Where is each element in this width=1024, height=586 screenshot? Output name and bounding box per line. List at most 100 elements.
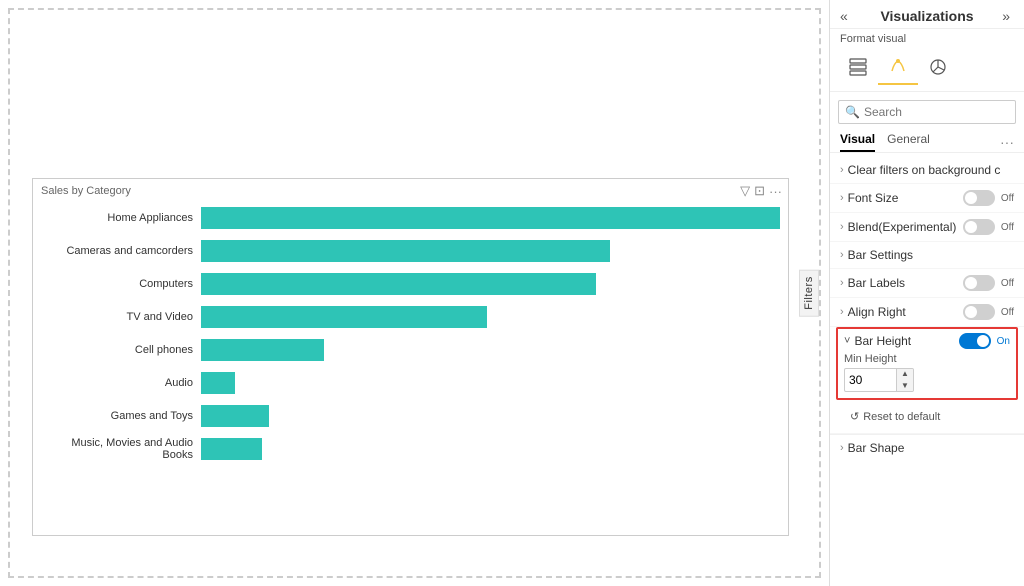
min-height-input[interactable]: [845, 371, 896, 389]
bar-label: Games and Toys: [41, 410, 201, 422]
collapse-button[interactable]: «: [840, 8, 848, 24]
bar-fill[interactable]: [201, 207, 780, 229]
min-height-label: Min Height: [844, 353, 1010, 365]
tab-general[interactable]: General: [887, 132, 930, 152]
font-size-toggle[interactable]: Off: [963, 190, 1014, 206]
bar-row: Home Appliances: [41, 203, 780, 233]
chevron-right-icon: ›: [840, 164, 844, 176]
bar-row: Music, Movies and Audio Books: [41, 434, 780, 464]
blend-toggle-switch[interactable]: [963, 219, 995, 235]
bar-label: Cell phones: [41, 344, 201, 356]
option-bar-settings[interactable]: › Bar Settings: [830, 242, 1024, 269]
bar-label: TV and Video: [41, 311, 201, 323]
bar-label: Audio: [41, 377, 201, 389]
option-bar-shape-label: › Bar Shape: [840, 441, 904, 455]
option-bar-labels-label: › Bar Labels: [840, 276, 905, 290]
chart-container: Sales by Category ▽ ⊡ ··· Home Appliance…: [32, 178, 789, 536]
reset-row[interactable]: ↺ Reset to default: [830, 400, 1024, 434]
reset-icon: ↺: [850, 410, 859, 423]
panel-header: « Visualizations »: [830, 0, 1024, 29]
bar-track: [201, 438, 780, 460]
search-box: 🔍: [838, 100, 1016, 124]
bar-row: Cell phones: [41, 335, 780, 365]
expand-icon[interactable]: ⊡: [754, 183, 765, 199]
option-align-right-label: › Align Right: [840, 305, 906, 319]
reset-link[interactable]: ↺ Reset to default: [840, 406, 950, 427]
bar-fill[interactable]: [201, 339, 324, 361]
bar-track: [201, 306, 780, 328]
bar-fill[interactable]: [201, 372, 235, 394]
bar-fill[interactable]: [201, 405, 269, 427]
chevron-right-icon-3: ›: [840, 221, 844, 233]
table-icon-button[interactable]: [838, 51, 878, 85]
chart-title: Sales by Category: [33, 179, 788, 201]
option-align-right[interactable]: › Align Right Off: [830, 298, 1024, 327]
spinner-up-button[interactable]: ▲: [897, 368, 913, 380]
more-icon[interactable]: ···: [769, 184, 782, 199]
format-visual-label: Format visual: [830, 29, 1024, 49]
chart-toolbar: ▽ ⊡ ···: [740, 183, 782, 199]
tab-more[interactable]: ···: [1000, 134, 1014, 150]
bar-track: [201, 240, 780, 262]
min-height-input-wrap: ▲ ▼: [844, 368, 914, 392]
search-icon: 🔍: [845, 105, 860, 119]
right-panel: « Visualizations » Format visual: [829, 0, 1024, 586]
option-blend-label: › Blend(Experimental): [840, 220, 956, 234]
bar-height-header[interactable]: ˅ Bar Height On: [844, 333, 1010, 349]
format-icon-button[interactable]: [878, 51, 918, 85]
option-bar-labels[interactable]: › Bar Labels Off: [830, 269, 1024, 298]
expand-button[interactable]: »: [1002, 8, 1010, 24]
main-chart-area: Filters Sales by Category ▽ ⊡ ··· Home A…: [8, 8, 821, 578]
chevron-right-icon-5: ›: [840, 277, 844, 289]
filters-label[interactable]: Filters: [799, 269, 819, 316]
tab-visual[interactable]: Visual: [840, 132, 875, 152]
bar-track: [201, 372, 780, 394]
bar-row: TV and Video: [41, 302, 780, 332]
bar-row: Audio: [41, 368, 780, 398]
filters-tab[interactable]: Filters: [799, 269, 819, 316]
analytics-icon-button[interactable]: [918, 51, 958, 85]
option-font-size[interactable]: › Font Size Off: [830, 184, 1024, 213]
chevron-down-icon: ˅: [844, 335, 850, 347]
bar-fill[interactable]: [201, 438, 262, 460]
option-bar-shape[interactable]: › Bar Shape: [830, 434, 1024, 461]
bar-fill[interactable]: [201, 240, 610, 262]
option-clear-filters[interactable]: › Clear filters on background c: [830, 157, 1024, 184]
bar-height-label: ˅ Bar Height: [844, 334, 911, 348]
filter-icon[interactable]: ▽: [740, 183, 750, 199]
bar-fill[interactable]: [201, 306, 487, 328]
options-list: › Clear filters on background c › Font S…: [830, 153, 1024, 586]
format-icons-row: [830, 49, 1024, 92]
chevron-right-icon-4: ›: [840, 249, 844, 261]
bar-row: Computers: [41, 269, 780, 299]
bar-height-toggle[interactable]: On: [959, 333, 1010, 349]
bar-track: [201, 339, 780, 361]
min-height-spinners: ▲ ▼: [896, 368, 913, 392]
blend-toggle[interactable]: Off: [963, 219, 1014, 235]
bar-track: [201, 405, 780, 427]
bar-label: Home Appliances: [41, 212, 201, 224]
panel-title: Visualizations: [880, 8, 973, 24]
bar-label: Computers: [41, 278, 201, 290]
tabs-row: Visual General ···: [830, 128, 1024, 153]
search-input[interactable]: [864, 105, 1009, 119]
align-right-toggle[interactable]: Off: [963, 304, 1014, 320]
bar-track: [201, 207, 780, 229]
bar-label: Cameras and camcorders: [41, 245, 201, 257]
bar-fill[interactable]: [201, 273, 596, 295]
chevron-right-icon-6: ›: [840, 306, 844, 318]
chevron-right-icon-7: ›: [840, 442, 844, 454]
bar-height-toggle-label: On: [997, 336, 1010, 347]
chevron-right-icon-2: ›: [840, 192, 844, 204]
bar-height-section: ˅ Bar Height On Min Height ▲ ▼: [836, 327, 1018, 400]
font-size-toggle-switch[interactable]: [963, 190, 995, 206]
align-right-toggle-switch[interactable]: [963, 304, 995, 320]
bar-labels-toggle-switch[interactable]: [963, 275, 995, 291]
option-font-size-label: › Font Size: [840, 191, 898, 205]
option-blend[interactable]: › Blend(Experimental) Off: [830, 213, 1024, 242]
spinner-down-button[interactable]: ▼: [897, 380, 913, 392]
bar-labels-toggle[interactable]: Off: [963, 275, 1014, 291]
bar-track: [201, 273, 780, 295]
bar-height-toggle-switch[interactable]: [959, 333, 991, 349]
bar-label: Music, Movies and Audio Books: [41, 437, 201, 461]
